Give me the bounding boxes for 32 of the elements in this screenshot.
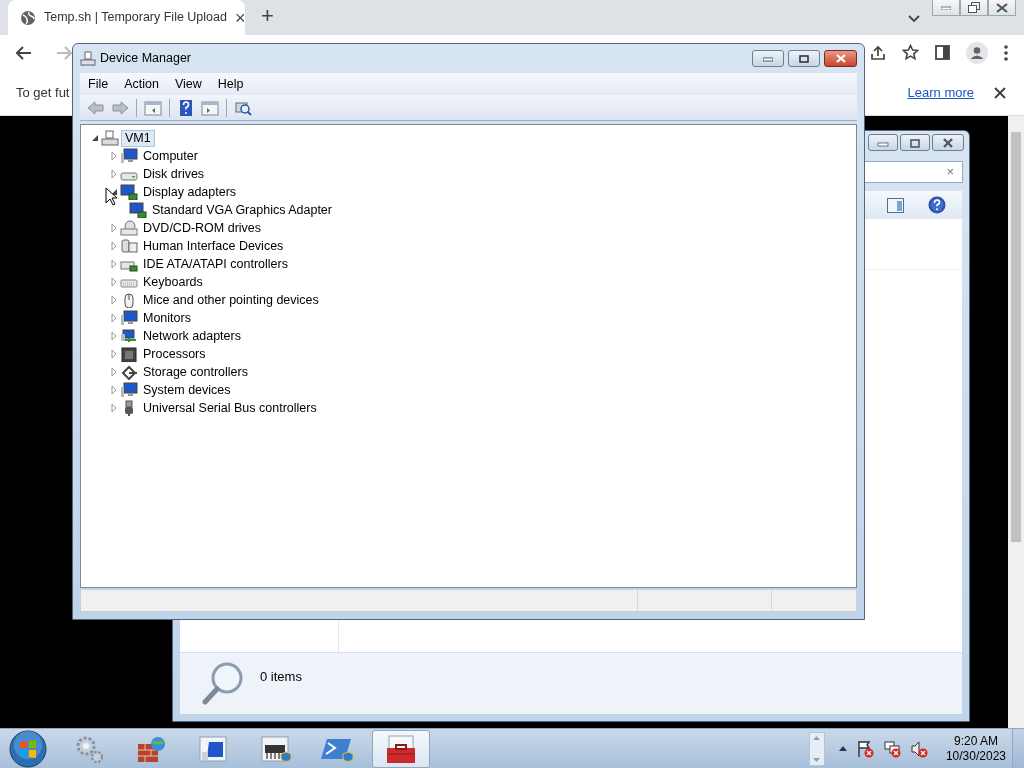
clear-search-button[interactable]: × bbox=[946, 162, 954, 182]
window-title: Device Manager bbox=[100, 50, 191, 68]
menu-item[interactable]: File bbox=[80, 74, 117, 94]
tree-item[interactable]: System devices bbox=[140, 382, 234, 398]
tree-item[interactable]: Disk drives bbox=[140, 166, 208, 182]
infobar-text: To get fut bbox=[16, 83, 70, 102]
search-field[interactable]: × bbox=[863, 161, 963, 183]
status-text: 0 items bbox=[260, 668, 302, 686]
tree-item[interactable]: VM1 bbox=[121, 129, 155, 147]
browser-tab[interactable]: Temp.sh | Temporary File Upload × bbox=[8, 0, 245, 35]
clock-time: 9:20 AM bbox=[952, 733, 999, 749]
tree-item[interactable]: Storage controllers bbox=[140, 364, 251, 380]
new-tab-button[interactable]: + bbox=[261, 5, 274, 27]
tree-item[interactable]: Standard VGA Graphics Adapter bbox=[149, 202, 335, 218]
close-tab-button[interactable]: × bbox=[234, 8, 246, 27]
tree-item[interactable]: Mice and other pointing devices bbox=[140, 292, 322, 308]
tree-item[interactable]: Processors bbox=[140, 346, 209, 362]
learn-more-link[interactable]: Learn more bbox=[907, 82, 974, 103]
tab-title: Temp.sh | Temporary File Upload bbox=[44, 9, 227, 27]
clock-date: 10/30/2023 bbox=[945, 748, 1006, 764]
tree-item[interactable]: Network adapters bbox=[140, 328, 244, 344]
tree-item[interactable]: Monitors bbox=[140, 310, 194, 326]
menu-item[interactable]: View bbox=[166, 74, 210, 94]
tree-item[interactable]: Universal Serial Bus controllers bbox=[140, 400, 320, 416]
menu-item[interactable]: Action bbox=[116, 74, 167, 94]
tree-item[interactable]: Display adapters bbox=[140, 184, 240, 200]
tree-item[interactable]: Computer bbox=[140, 148, 201, 164]
tree-item[interactable]: IDE ATA/ATAPI controllers bbox=[140, 256, 291, 272]
tree-item[interactable]: Human Interface Devices bbox=[140, 238, 287, 254]
tree-item[interactable]: DVD/CD-ROM drives bbox=[140, 220, 265, 236]
tree-item[interactable]: Keyboards bbox=[140, 274, 206, 290]
menu-item[interactable]: Help bbox=[209, 74, 252, 94]
